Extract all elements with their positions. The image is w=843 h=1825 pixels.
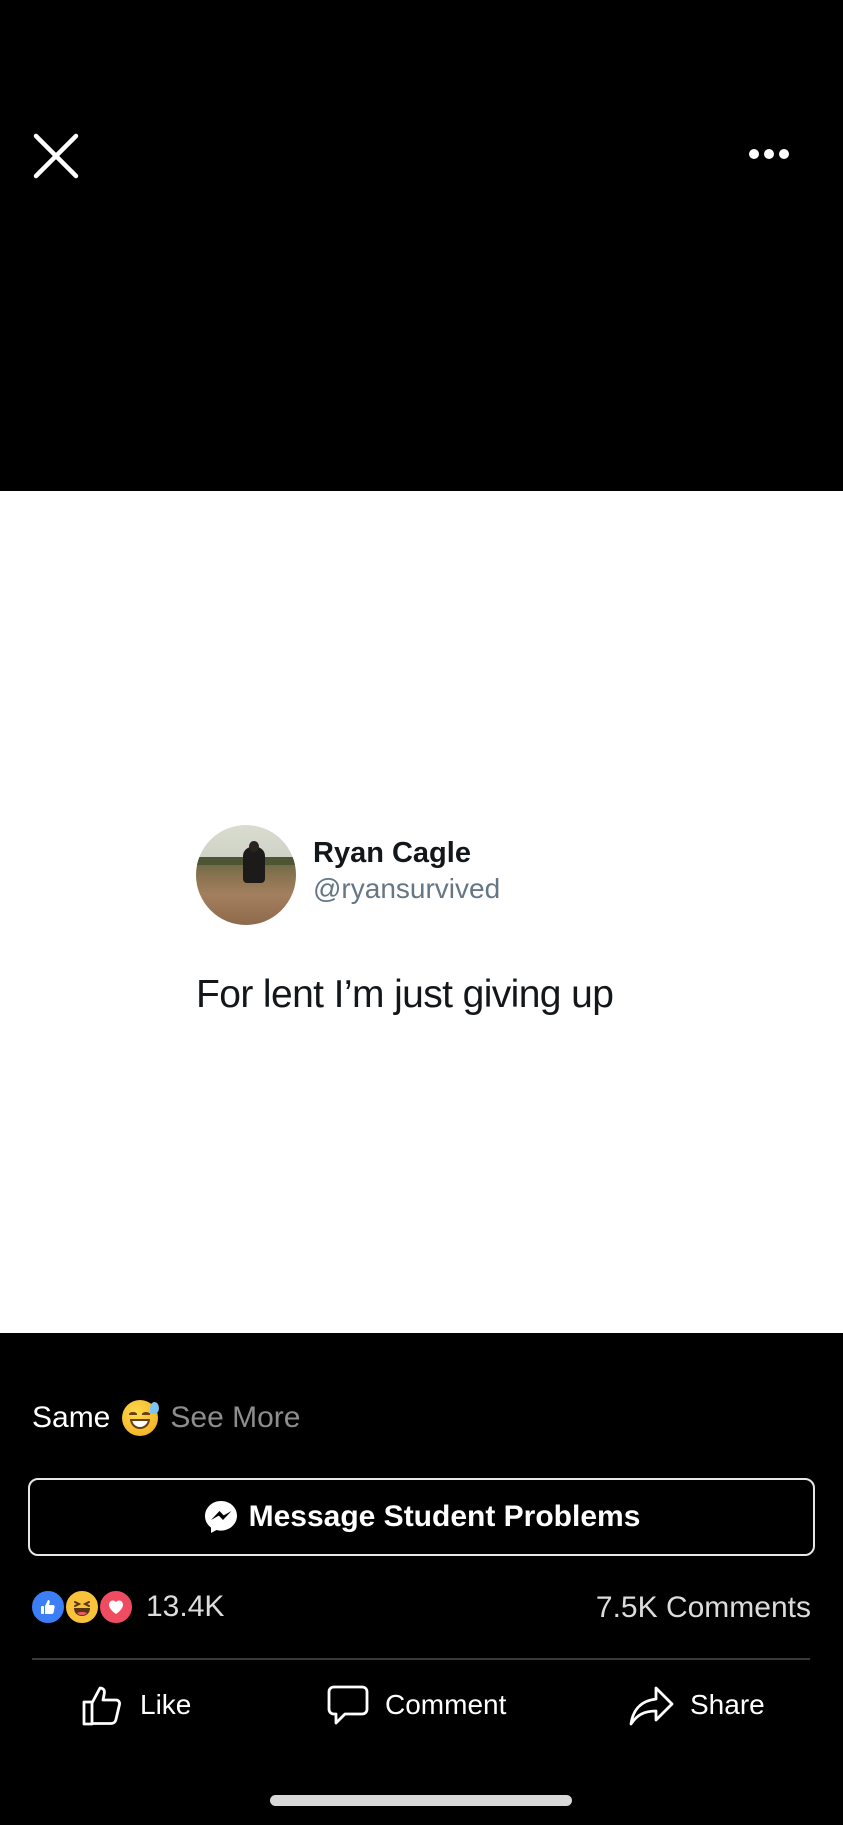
like-button[interactable]: Like	[80, 1680, 191, 1730]
haha-reaction-icon	[64, 1589, 100, 1625]
comments-count-link[interactable]: 7.5K Comments	[596, 1591, 811, 1625]
photo-viewer: Ryan Cagle @ryansurvived For lent I’m ju…	[0, 0, 843, 1825]
like-icon	[82, 1686, 121, 1726]
reactions-summary[interactable]: 13.4K	[30, 1589, 224, 1625]
tweet-author-name: Ryan Cagle	[313, 837, 471, 869]
share-icon	[629, 1686, 674, 1726]
messenger-icon	[204, 1501, 237, 1533]
share-button[interactable]: Share	[628, 1680, 765, 1730]
tweet-avatar	[196, 825, 296, 925]
more-options-button[interactable]	[748, 140, 790, 168]
tweet-text: For lent I’m just giving up	[196, 973, 614, 1016]
message-page-button[interactable]: Message Student Problems	[28, 1478, 815, 1556]
more-horizontal-icon	[749, 149, 789, 159]
post-photo[interactable]: Ryan Cagle @ryansurvived For lent I’m ju…	[0, 491, 843, 1333]
like-label: Like	[140, 1689, 192, 1720]
close-button[interactable]	[30, 130, 82, 182]
post-caption: Same See More	[32, 1400, 300, 1436]
reaction-count: 13.4K	[146, 1590, 225, 1623]
message-button-label: Message Student Problems	[248, 1500, 641, 1533]
see-more-link[interactable]: See More	[170, 1401, 300, 1435]
like-reaction-icon	[30, 1589, 66, 1625]
divider	[32, 1658, 810, 1660]
comment-label: Comment	[385, 1689, 507, 1720]
grinning-sweat-emoji-icon	[122, 1400, 160, 1436]
share-label: Share	[690, 1689, 765, 1720]
tweet-author-handle: @ryansurvived	[313, 873, 501, 904]
close-icon	[33, 133, 79, 179]
comment-icon	[327, 1685, 369, 1725]
love-reaction-icon	[98, 1589, 134, 1625]
home-indicator[interactable]	[270, 1795, 572, 1806]
comment-button[interactable]: Comment	[325, 1680, 506, 1730]
caption-text: Same	[32, 1401, 111, 1434]
